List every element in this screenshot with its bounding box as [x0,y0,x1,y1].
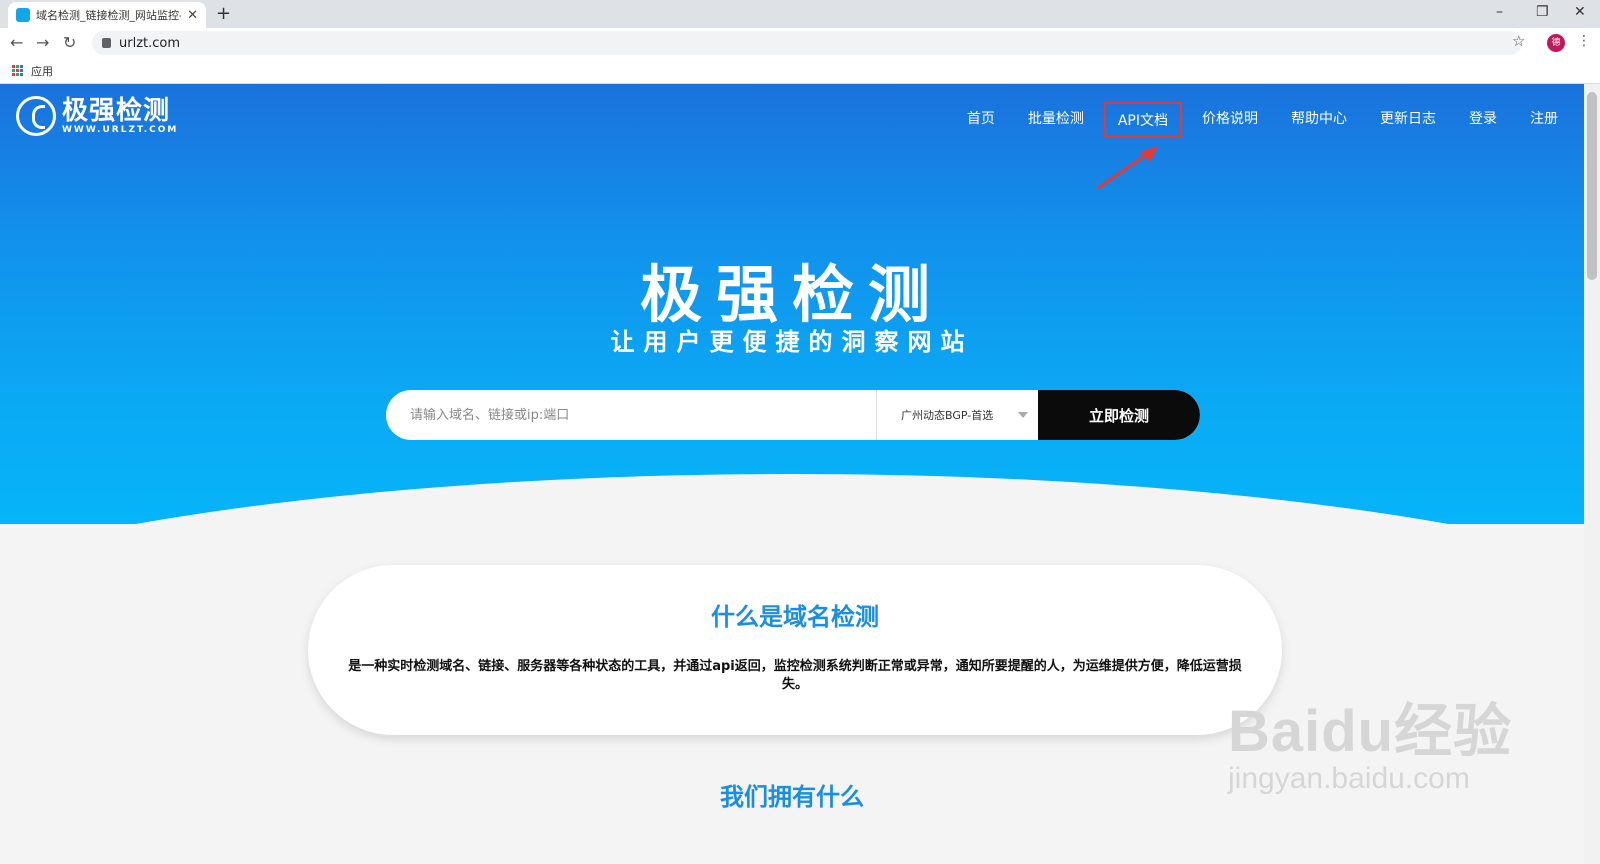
nav-pricing[interactable]: 价格说明 [1202,102,1258,138]
page-scrollbar[interactable] [1584,84,1600,864]
node-select[interactable]: 广州动态BGP-首选 [876,390,1038,440]
watermark-logo: Baidu经验 [1228,699,1513,764]
node-select-value: 广州动态BGP-首选 [901,409,994,422]
nav-register[interactable]: 注册 [1530,102,1558,138]
search-bar: 广州动态BGP-首选 立即检测 [386,390,1200,440]
annotation-arrow-icon [1097,146,1158,190]
tab-close-icon[interactable]: ✕ [187,8,198,23]
hero-banner: 极强检测 WWW.URLZT.COM 首页 批量检测 API文档 价格说明 帮助… [0,84,1584,674]
nav-changelog[interactable]: 更新日志 [1380,102,1436,138]
intro-card: 什么是域名检测 是一种实时检测域名、链接、服务器等各种状态的工具，并通过api返… [308,565,1282,735]
hero-title: 极强检测 [639,258,944,331]
browser-tab-strip: 域名检测_链接检测_网站监控-极 ✕ + – ❐ ✕ [0,0,1600,28]
intro-title: 什么是域名检测 [711,603,879,631]
nav-login[interactable]: 登录 [1469,102,1497,138]
browser-menu-icon[interactable]: ⋮ [1577,33,1591,49]
logo-url: WWW.URLZT.COM [62,125,179,135]
nav-batch-check[interactable]: 批量检测 [1028,102,1084,138]
profile-avatar[interactable]: 德 [1547,34,1565,52]
hero-subtitle: 让用户更便捷的洞察网站 [610,328,974,356]
bookmark-star-icon[interactable]: ☆ [1512,32,1525,50]
bookmark-apps-label[interactable]: 应用 [31,63,53,79]
address-bar[interactable]: urlzt.com [92,31,1522,55]
bookmarks-bar: 应用 [0,58,1600,84]
apps-grid-icon[interactable] [12,65,23,76]
logo-name: 极强检测 [62,96,171,126]
watermark-url: jingyan.baidu.com [1228,762,1470,795]
lock-icon [102,38,111,48]
new-tab-icon[interactable]: + [216,3,231,24]
check-now-button[interactable]: 立即检测 [1038,390,1200,440]
logo-mark-icon [16,96,56,136]
main-nav: 首页 批量检测 API文档 价格说明 帮助中心 更新日志 登录 注册 [934,102,1558,138]
tab-title: 域名检测_链接检测_网站监控-极 [36,9,182,22]
site-favicon-icon [16,8,30,22]
baidu-watermark: Baidu经验 jingyan.baidu.com [1228,684,1512,796]
search-input[interactable] [386,390,876,440]
nav-api-docs[interactable]: API文档 [1103,102,1182,138]
nav-help-center[interactable]: 帮助中心 [1291,102,1347,138]
page-viewport: 极强检测 WWW.URLZT.COM 首页 批量检测 API文档 价格说明 帮助… [0,84,1584,864]
address-url: urlzt.com [119,35,181,51]
browser-tab[interactable]: 域名检测_链接检测_网站监控-极 ✕ [8,2,206,28]
forward-icon[interactable]: → [36,33,49,52]
scrollbar-thumb[interactable] [1587,92,1597,280]
minimize-icon[interactable]: – [1496,4,1503,20]
chevron-down-icon [1018,412,1028,418]
site-logo[interactable]: 极强检测 WWW.URLZT.COM [16,96,178,136]
browser-toolbar: ← → ↻ urlzt.com [0,28,1600,58]
restore-icon[interactable]: ❐ [1536,4,1549,20]
close-window-icon[interactable]: ✕ [1574,4,1586,20]
nav-home[interactable]: 首页 [967,102,995,138]
intro-description: 是一种实时检测域名、链接、服务器等各种状态的工具，并通过api返回，监控检测系统… [348,659,1242,692]
reload-icon[interactable]: ↻ [63,33,76,52]
back-icon[interactable]: ← [10,33,23,52]
